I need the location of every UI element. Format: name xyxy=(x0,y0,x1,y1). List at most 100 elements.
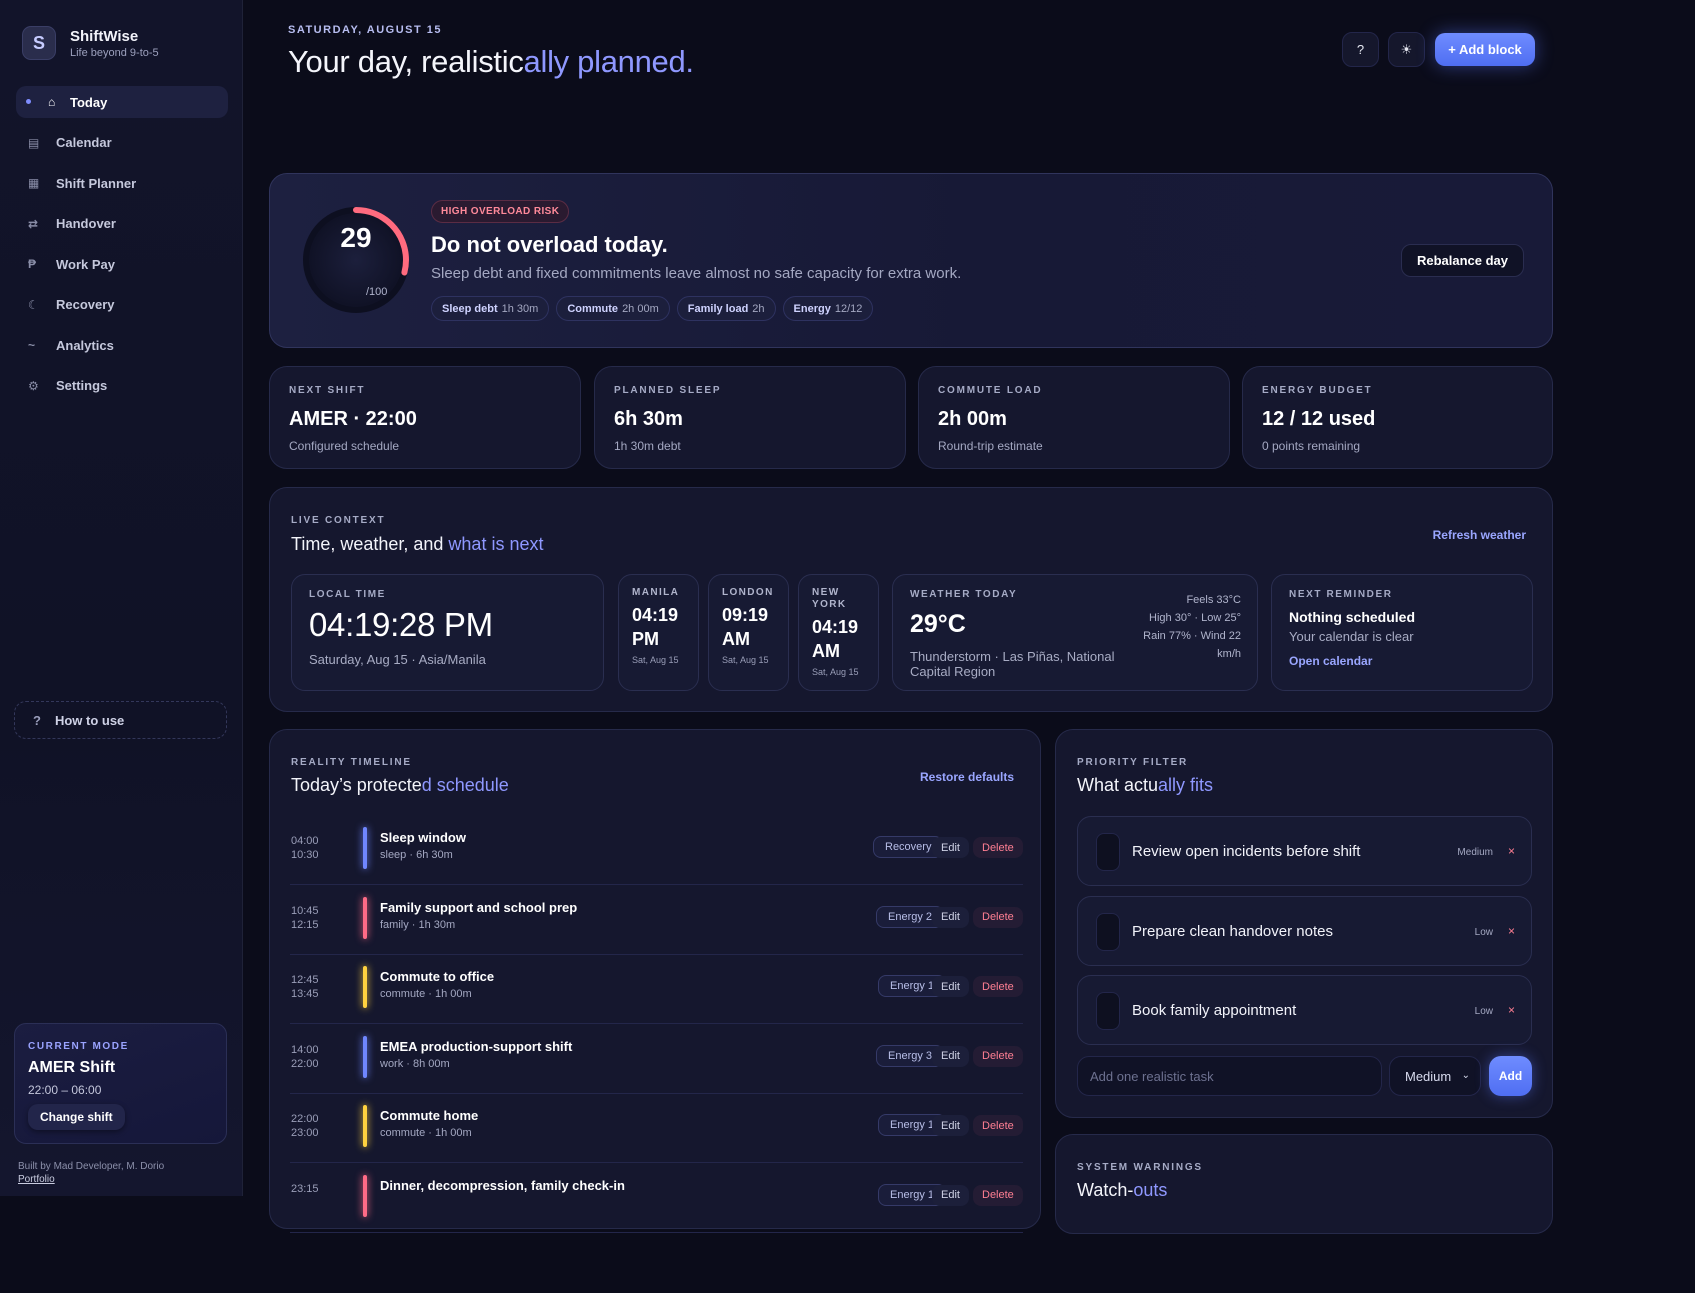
restore-defaults-button[interactable]: Restore defaults xyxy=(920,770,1014,784)
reminder-title: Nothing scheduled xyxy=(1289,609,1415,625)
current-mode-title: AMER Shift xyxy=(28,1059,116,1076)
weather-rain-wind: Rain 77% · Wind 22 km/h xyxy=(1143,630,1241,660)
priority-title: What actually fits xyxy=(1077,775,1213,796)
page-title-accent: ally planned. xyxy=(523,44,694,79)
remove-task-icon[interactable]: × xyxy=(1508,844,1515,858)
brand[interactable]: S ShiftWise Life beyond 9-to-5 xyxy=(22,26,159,60)
delete-button[interactable]: Delete xyxy=(973,976,1023,997)
timeline-color-bar xyxy=(363,896,367,939)
city-time: 04:19 PM xyxy=(632,605,679,649)
edit-button[interactable]: Edit xyxy=(932,1045,969,1067)
delete-button[interactable]: Delete xyxy=(973,906,1023,928)
timeline-start: 23:15 xyxy=(291,1182,319,1195)
portfolio-link[interactable]: Portfolio xyxy=(18,1174,55,1185)
edit-button[interactable]: Edit xyxy=(932,837,969,858)
sidebar-item-shift-planner[interactable]: ▦ Shift Planner xyxy=(16,167,228,199)
open-calendar-link[interactable]: Open calendar xyxy=(1289,654,1515,668)
task-checkbox[interactable] xyxy=(1096,992,1120,1030)
city-name: LONDON xyxy=(722,587,774,598)
reminder-sub: Your calendar is clear xyxy=(1289,629,1414,644)
sidebar-item-today[interactable]: ⌂ Today xyxy=(16,86,228,118)
edit-button[interactable]: Edit xyxy=(932,976,969,997)
task-title: Book family appointment xyxy=(1132,1002,1297,1019)
live-title-accent: what is next xyxy=(448,534,544,554)
task-checkbox[interactable] xyxy=(1096,833,1120,871)
city-clock-manila: MANILA 04:19 PM Sat, Aug 15 xyxy=(618,574,699,691)
delete-button[interactable]: Delete xyxy=(973,1115,1023,1136)
rebalance-day-button[interactable]: Rebalance day xyxy=(1400,244,1524,277)
remove-task-icon[interactable]: × xyxy=(1508,1003,1515,1017)
brand-tagline: Life beyond 9-to-5 xyxy=(70,46,159,59)
add-task-button[interactable]: Add xyxy=(1489,1056,1532,1096)
city-clock-new-york: NEW YORK 04:19 AM Sat, Aug 15 xyxy=(798,574,879,691)
sidebar-item-recovery[interactable]: ☾ Recovery xyxy=(16,289,228,321)
change-shift-button[interactable]: Change shift xyxy=(28,1104,125,1130)
timeline-end: 22:00 xyxy=(291,1057,319,1070)
stat-commute-load: COMMUTE LOAD 2h 00m Round-trip estimate xyxy=(918,366,1230,469)
city-date: Sat, Aug 15 xyxy=(812,667,859,677)
help-button[interactable]: ? xyxy=(1342,32,1379,67)
risk-gauge-ring xyxy=(303,207,409,313)
weather-high-low: High 30° · Low 25° xyxy=(1149,612,1241,624)
stat-next-shift: NEXT SHIFT AMER · 22:00 Configured sched… xyxy=(269,366,581,469)
weather-feels: Feels 33°C xyxy=(1186,594,1241,606)
remove-task-icon[interactable]: × xyxy=(1508,924,1515,938)
add-block-button[interactable]: + Add block xyxy=(1435,33,1535,66)
timeline-times: 22:00 23:00 xyxy=(291,1112,319,1140)
sidebar-item-label: Recovery xyxy=(56,297,115,312)
timeline-row: 04:00 10:30 Sleep window sleep · 6h 30m Reco… xyxy=(290,816,1023,885)
priority-select-value: Medium xyxy=(1405,1068,1452,1084)
stat-planned-sleep: PLANNED SLEEP 6h 30m 1h 30m debt xyxy=(594,366,906,469)
planner-icon: ▦ xyxy=(28,176,40,190)
edit-button[interactable]: Edit xyxy=(932,1184,969,1206)
chip-value: 2h xyxy=(752,302,765,315)
timeline-start: 10:45 xyxy=(291,904,319,917)
swap-icon: ⇄ xyxy=(28,216,39,231)
timeline-title: Commute home xyxy=(380,1108,479,1123)
timeline-end: 13:45 xyxy=(291,988,319,1000)
sidebar-item-analytics[interactable]: ~ Analytics xyxy=(16,329,228,361)
delete-button[interactable]: Delete xyxy=(973,1045,1023,1067)
credits: Built by Mad Developer, M. Dorio Portfol… xyxy=(18,1160,164,1186)
timeline-row: 12:45 13:45 Commute to office commute · 1h … xyxy=(290,955,1023,1024)
sidebar-item-calendar[interactable]: ▤ Calendar xyxy=(16,127,228,159)
task-item: Book family appointment Low × xyxy=(1077,975,1532,1045)
delete-button[interactable]: Delete xyxy=(973,1184,1023,1206)
sidebar-item-handover[interactable]: ⇄ Handover xyxy=(16,208,228,240)
sidebar-item-work-pay[interactable]: ₱ Work Pay xyxy=(16,248,228,280)
task-input[interactable] xyxy=(1077,1056,1382,1096)
warnings-title: Watch-outs xyxy=(1077,1180,1167,1201)
timeline-end: 10:30 xyxy=(291,849,319,861)
timeline-color-bar xyxy=(363,966,367,1008)
stat-value: 12 / 12 used xyxy=(1262,408,1376,430)
task-checkbox[interactable] xyxy=(1096,913,1120,951)
warnings-title-accent: outs xyxy=(1133,1180,1168,1200)
how-to-use-button[interactable]: ? How to use xyxy=(14,701,227,739)
city-clock-london: LONDON 09:19 AM Sat, Aug 15 xyxy=(708,574,789,691)
timeline-title-accent: d schedule xyxy=(421,775,509,795)
priority-title-main: What actu xyxy=(1077,775,1159,795)
chevron-down-icon: ⌄ xyxy=(1461,1070,1470,1081)
task-priority: Low xyxy=(1474,1006,1493,1017)
risk-badge: HIGH OVERLOAD RISK xyxy=(431,200,570,223)
timeline-title-main: Today’s protecte xyxy=(291,775,422,795)
timeline-color-bar xyxy=(363,1105,367,1147)
priority-select[interactable]: Medium ⌄ xyxy=(1389,1056,1481,1096)
timeline-title: Today’s protected schedule xyxy=(291,775,509,796)
timeline-end: 23:00 xyxy=(291,1127,319,1139)
refresh-weather-button[interactable]: Refresh weather xyxy=(1433,528,1526,542)
city-date: Sat, Aug 15 xyxy=(722,655,769,665)
reality-timeline-card: REALITY TIMELINE Today’s protected sched… xyxy=(269,729,1041,1233)
theme-toggle-button[interactable]: ☀ xyxy=(1388,32,1425,67)
local-time-card: LOCAL TIME 04:19:28 PM Saturday, Aug 15 … xyxy=(291,574,604,691)
delete-button[interactable]: Delete xyxy=(973,837,1023,858)
timeline-times: 12:45 13:45 xyxy=(291,973,319,1001)
edit-button[interactable]: Edit xyxy=(932,906,969,928)
sidebar-item-label: Shift Planner xyxy=(56,175,137,191)
sidebar-item-settings[interactable]: ⚙ Settings xyxy=(16,370,228,402)
city-date: Sat, Aug 15 xyxy=(632,655,679,665)
timeline-end: 12:15 xyxy=(291,918,319,931)
task-title: Review open incidents before shift xyxy=(1132,843,1361,860)
edit-button[interactable]: Edit xyxy=(932,1115,969,1136)
sidebar-item-label: Calendar xyxy=(56,135,112,150)
